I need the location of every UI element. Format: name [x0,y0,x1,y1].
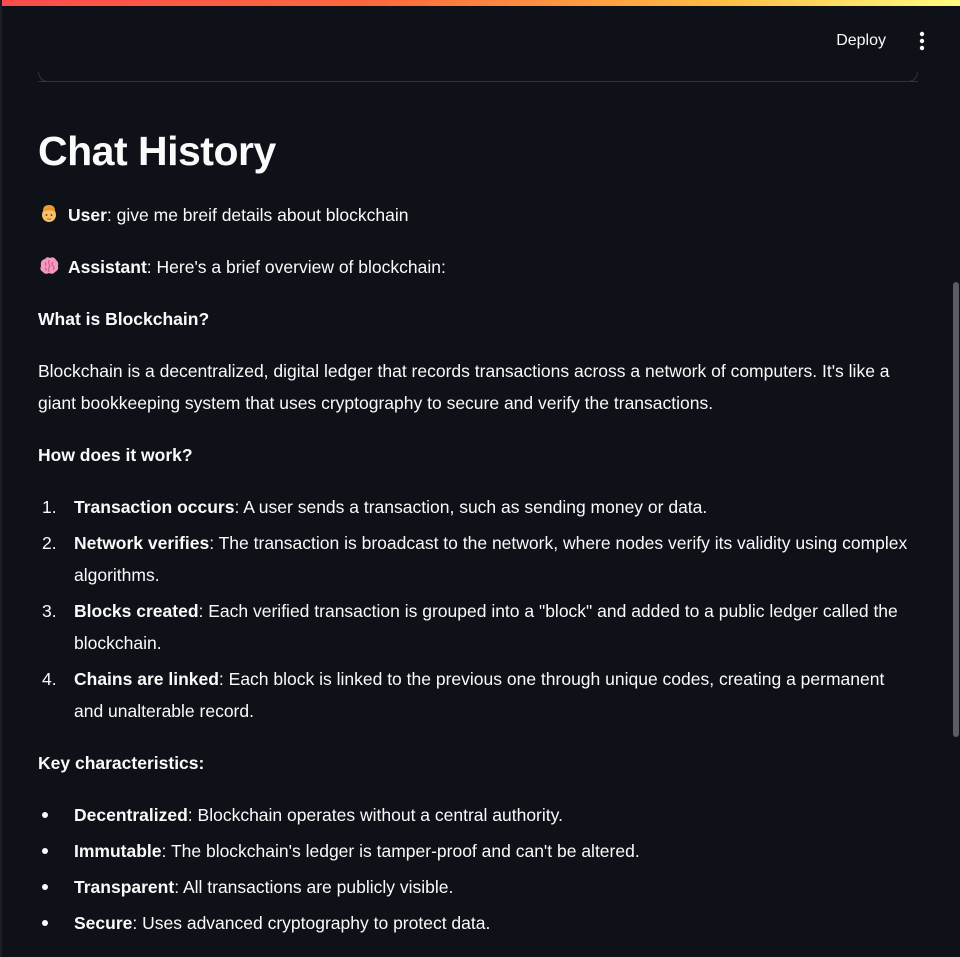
step-term: Chains are linked [74,669,219,689]
step-desc: : A user sends a transaction, such as se… [234,497,708,517]
characteristic-desc: : Blockchain operates without a central … [187,805,563,825]
heading-key-characteristics: Key characteristics: [38,753,205,773]
characteristic-desc: : Uses advanced cryptography to protect … [132,913,491,933]
assistant-role-label: Assistant [68,257,147,277]
app-root: Deploy Chat History User: give me breif … [0,0,960,957]
characteristic-term: Decentralized [74,805,188,825]
scrollbar[interactable] [952,0,960,957]
list-item: 1. Transaction occurs: A user sends a tra… [38,491,918,523]
brain-emoji-icon [38,255,60,277]
list-number: 3. [42,601,57,621]
list-item: Transparent: All transactions are public… [38,871,918,903]
bullet-icon [42,848,48,854]
person-emoji-icon [38,203,60,225]
main-content: Chat History User: give me breif details… [38,125,918,939]
heading-how-it-works: How does it work? [38,445,193,465]
list-item: 2. Network verifies: The transaction is b… [38,527,918,591]
list-number: 4. [42,669,57,689]
list-item: 4. Chains are linked: Each block is linke… [38,663,918,727]
user-separator: : [106,205,117,225]
characteristic-desc: : The blockchain's ledger is tamper-proo… [161,841,640,861]
page-title: Chat History [38,128,276,174]
step-term: Network verifies [74,533,210,553]
bullet-icon [42,812,48,818]
assistant-message: Assistant: Here's a brief overview of bl… [38,251,918,283]
list-item: Immutable: The blockchain's ledger is ta… [38,835,918,867]
top-decoration-bar [0,0,960,6]
steps-list: 1. Transaction occurs: A user sends a tra… [38,491,918,727]
list-item: Decentralized: Blockchain operates witho… [38,799,918,831]
step-term: Blocks created [74,601,199,621]
vertical-ellipsis-icon[interactable] [912,26,932,56]
definition-paragraph: Blockchain is a decentralized, digital l… [38,361,890,413]
characteristic-desc: : All transactions are publicly visible. [174,877,454,897]
characteristics-list: Decentralized: Blockchain operates witho… [38,799,918,939]
header-divider [38,81,918,82]
step-desc: : Each verified transaction is grouped i… [74,601,898,653]
header-toolbar: Deploy [828,24,932,58]
scrollbar-thumb[interactable] [953,282,959,737]
user-role-label: User [68,205,107,225]
bullet-icon [42,920,48,926]
list-number: 1. [42,497,57,517]
list-item: 3. Blocks created: Each verified transact… [38,595,918,659]
left-edge [0,0,2,957]
assistant-separator: : [146,257,157,277]
deploy-button[interactable]: Deploy [828,24,894,58]
bullet-icon [42,884,48,890]
assistant-message-text: Here's a brief overview of blockchain: [156,257,446,277]
characteristic-term: Transparent [74,877,175,897]
characteristic-term: Immutable [74,841,162,861]
step-term: Transaction occurs [74,497,235,517]
user-message: User: give me breif details about blockc… [38,199,918,231]
user-message-text: give me breif details about blockchain [116,205,409,225]
heading-what-is-blockchain: What is Blockchain? [38,309,210,329]
characteristic-term: Secure [74,913,133,933]
list-item: Secure: Uses advanced cryptography to pr… [38,907,918,939]
list-number: 2. [42,533,57,553]
